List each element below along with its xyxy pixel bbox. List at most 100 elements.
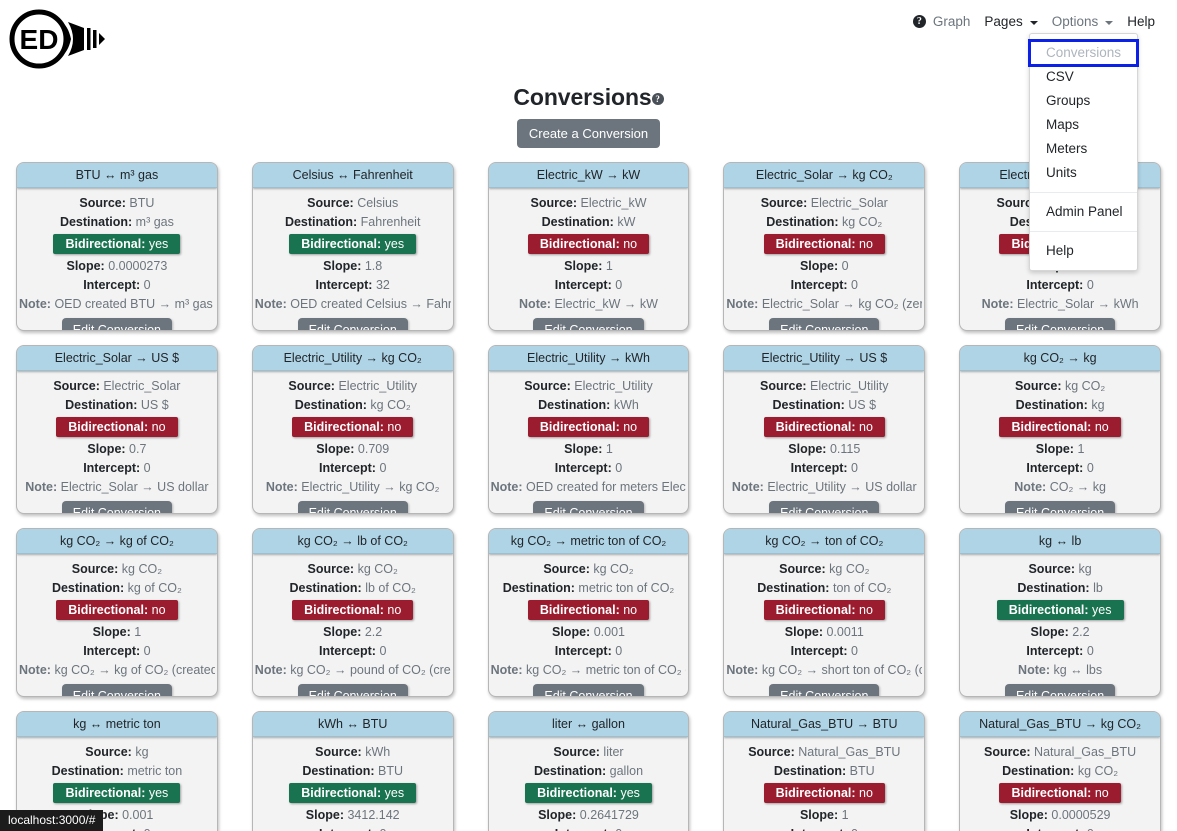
nav-item-options[interactable]: Options xyxy=(1052,14,1114,29)
bidirectional-value: yes xyxy=(384,237,405,251)
destination-value: US $ xyxy=(140,398,169,412)
dropdown-item-meters[interactable]: Meters xyxy=(1030,137,1137,161)
create-conversion-button[interactable]: Create a Conversion xyxy=(516,119,661,148)
bidirectional-label: Bidirectional: xyxy=(537,786,617,800)
edit-conversion-button[interactable]: Edit Conversion xyxy=(1004,684,1116,696)
note-value: Electric_Utility → kg CO₂ xyxy=(301,480,440,494)
slope-value: 2.2 xyxy=(364,625,383,639)
note-label: Note: xyxy=(1018,663,1050,677)
destination-label: Destination: xyxy=(766,215,839,229)
edit-conversion-button[interactable]: Edit Conversion xyxy=(769,684,880,696)
conversion-card: Electric_Solar → kg CO₂ Source: Electric_… xyxy=(723,162,926,331)
note-value: Electric_kW → kW xyxy=(554,297,658,311)
edit-conversion-button[interactable]: Edit Conversion xyxy=(61,501,173,513)
destination-label: Destination: xyxy=(289,581,362,595)
nav-item-graph[interactable]: ? Graph xyxy=(912,14,971,29)
note-value: kg CO₂ → kg of CO₂ (created b xyxy=(54,663,215,677)
bidirectional-value: no xyxy=(859,420,873,434)
destination-value: m³ gas xyxy=(135,215,174,229)
edit-conversion-button[interactable]: Edit Conversion xyxy=(297,684,408,696)
bidirectional-row: Bidirectional: no xyxy=(491,600,687,620)
page-title-help-icon[interactable]: ? xyxy=(651,92,664,105)
page-header: Conversions? Create a Conversion xyxy=(0,84,1177,148)
edit-conversion-button[interactable]: Edit Conversion xyxy=(1004,318,1116,330)
edit-conversion-button[interactable]: Edit Conversion xyxy=(297,501,408,513)
bidirectional-row: Bidirectional: no xyxy=(491,234,687,254)
source-label: Source: xyxy=(85,745,132,759)
bidirectional-label: Bidirectional: xyxy=(539,237,620,251)
dropdown-divider xyxy=(1030,192,1137,193)
source-value: kg CO₂ xyxy=(1064,379,1106,393)
source-label: Source: xyxy=(530,196,578,210)
destination-label: Destination: xyxy=(1017,581,1090,595)
conversion-source-row: Source: Electric_Utility xyxy=(726,378,922,394)
source-label: Source: xyxy=(760,196,808,210)
destination-value: kg xyxy=(1091,398,1105,412)
conversion-note-row: Note: OED created Celsius → Fahrenh xyxy=(255,296,451,312)
nav-item-pages[interactable]: Pages xyxy=(984,14,1038,29)
edit-conversion-button[interactable]: Edit Conversion xyxy=(769,318,880,330)
destination-label: Destination: xyxy=(1015,398,1088,412)
bidirectional-value: yes xyxy=(384,786,405,800)
source-value: BTU xyxy=(129,196,155,210)
dropdown-item-units[interactable]: Units xyxy=(1030,161,1137,185)
edit-conversion-button[interactable]: Edit Conversion xyxy=(533,501,644,513)
edit-conversion-button[interactable]: Edit Conversion xyxy=(61,318,173,330)
conversion-card-body: Source: Natural_Gas_BTU Destination: BTU B… xyxy=(724,737,924,831)
dropdown-item-groups[interactable]: Groups xyxy=(1030,89,1137,113)
conversion-card-body: Source: kg Destination: lb Bidirectional: … xyxy=(960,554,1160,696)
dropdown-item-help[interactable]: Help xyxy=(1030,239,1137,263)
slope-value: 1.8 xyxy=(364,259,383,273)
destination-label: Destination: xyxy=(1002,764,1075,778)
conversion-destination-row: Destination: US $ xyxy=(19,397,215,413)
edit-conversion-button[interactable]: Edit Conversion xyxy=(297,318,408,330)
slope-label: Slope: xyxy=(316,442,355,456)
bidirectional-badge: Bidirectional: no xyxy=(763,783,885,803)
nav-items: ? Graph Pages Options Help xyxy=(912,14,1155,29)
slope-label: Slope: xyxy=(305,808,344,822)
source-label: Source: xyxy=(315,745,362,759)
conversion-card: kWh ↔ BTU Source: kWh Destination: BTU Bidi… xyxy=(251,711,454,831)
conversion-card: kg CO₂ → ton of CO₂ Source: kg CO₂ Destina… xyxy=(723,528,926,697)
bidirectional-row: Bidirectional: no xyxy=(491,417,687,437)
bidirectional-label: Bidirectional: xyxy=(1011,786,1092,800)
nav-item-graph-label: Graph xyxy=(932,14,971,29)
source-label: Source: xyxy=(553,745,600,759)
intercept-label: Intercept: xyxy=(1026,278,1084,292)
dropdown-item-admin-panel[interactable]: Admin Panel xyxy=(1030,200,1137,224)
conversion-destination-row: Destination: kWh xyxy=(491,397,687,413)
conversion-destination-row: Destination: metric ton xyxy=(19,763,215,779)
bidirectional-row: Bidirectional: no xyxy=(255,417,451,437)
edit-conversion-button[interactable]: Edit Conversion xyxy=(769,501,880,513)
source-value: Electric_Utility xyxy=(810,379,889,393)
bidirectional-badge: Bidirectional: no xyxy=(292,417,414,437)
edit-conversion-button[interactable]: Edit Conversion xyxy=(1004,501,1116,513)
slope-value: 0.2641729 xyxy=(579,808,639,822)
bidirectional-label: Bidirectional: xyxy=(301,237,382,251)
intercept-value: 0 xyxy=(1086,461,1094,475)
dropdown-item-conversions[interactable]: Conversions xyxy=(1028,39,1139,67)
dropdown-item-maps[interactable]: Maps xyxy=(1030,113,1137,137)
slope-value: 0 xyxy=(841,259,849,273)
bidirectional-label: Bidirectional: xyxy=(775,237,856,251)
note-value: Electric_Solar → kg CO₂ (zero xyxy=(761,297,923,311)
nav-item-help[interactable]: Help xyxy=(1127,14,1155,29)
bidirectional-badge: Bidirectional: no xyxy=(763,234,885,254)
note-value: kg CO₂ → short ton of CO₂ (cr xyxy=(761,663,923,677)
edit-conversion-button[interactable]: Edit Conversion xyxy=(533,684,644,696)
conversion-intercept-row: Intercept: 32 xyxy=(255,277,451,293)
slope-value: 0.115 xyxy=(829,442,861,456)
conversion-card-body: Source: Electric_Utility Destination: kg … xyxy=(253,371,453,513)
intercept-value: 0 xyxy=(615,827,622,831)
conversion-card-title: Electric_Utility → kWh xyxy=(488,346,689,371)
edit-conversion-button[interactable]: Edit Conversion xyxy=(533,318,644,330)
conversion-card: Electric_Utility → kg CO₂ Source: Electri… xyxy=(251,345,454,514)
dropdown-item-csv[interactable]: CSV xyxy=(1030,65,1137,89)
bidirectional-value: no xyxy=(1094,786,1109,800)
edit-conversion-button[interactable]: Edit Conversion xyxy=(61,684,173,696)
chevron-down-icon xyxy=(1105,20,1114,25)
conversion-card: Electric_Utility → kWh Source: Electric_U… xyxy=(487,345,690,514)
bidirectional-row: Bidirectional: no xyxy=(19,600,215,620)
source-label: Source: xyxy=(748,745,795,759)
conversion-slope-row: Slope: 1 xyxy=(962,441,1158,457)
